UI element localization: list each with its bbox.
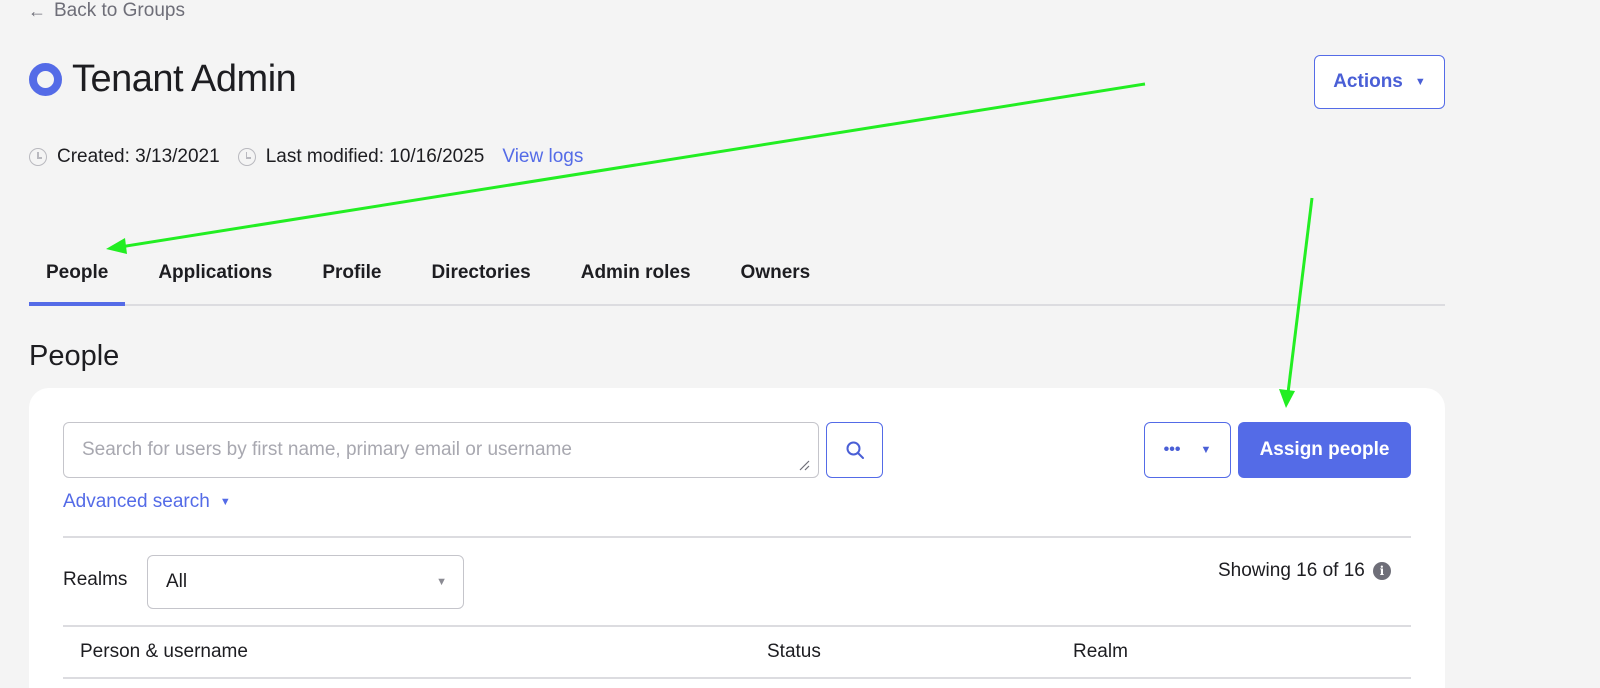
search-input[interactable]: Search for users by first name, primary … <box>63 422 819 478</box>
people-card: Search for users by first name, primary … <box>29 388 1445 688</box>
group-icon <box>29 63 62 96</box>
page-title: Tenant Admin <box>72 58 297 100</box>
more-options-button[interactable]: ••• ▼ <box>1144 422 1231 478</box>
meta-row: Created: 3/13/2021 Last modified: 10/16/… <box>29 146 583 168</box>
column-header-status[interactable]: Status <box>767 641 821 663</box>
realms-value: All <box>166 571 188 592</box>
caret-down-icon: ▼ <box>1200 444 1212 456</box>
clock-icon <box>237 148 256 166</box>
info-icon[interactable]: i <box>1372 562 1391 580</box>
title-row: Tenant Admin <box>29 58 297 101</box>
search-button[interactable] <box>826 422 883 478</box>
realms-label: Realms <box>63 569 128 590</box>
assign-people-button[interactable]: Assign people <box>1238 422 1411 478</box>
showing-text: Showing 16 of 16 <box>1218 560 1365 581</box>
tab-directories[interactable]: Directories <box>414 250 547 306</box>
back-to-groups-link[interactable]: ← Back to Groups <box>28 0 185 22</box>
divider <box>63 625 1411 627</box>
results-count: Showing 16 of 16 i <box>1218 560 1391 582</box>
divider <box>63 677 1411 679</box>
search-placeholder: Search for users by first name, primary … <box>82 439 572 460</box>
tab-profile[interactable]: Profile <box>305 250 398 306</box>
section-title: People <box>29 340 120 372</box>
arrow-left-icon: ← <box>28 0 46 21</box>
created-text: Created: 3/13/2021 <box>57 146 220 167</box>
clock-icon <box>29 148 47 166</box>
advanced-search-label: Advanced search <box>63 491 210 512</box>
tab-owners[interactable]: Owners <box>724 250 828 306</box>
caret-down-icon: ▼ <box>436 576 447 588</box>
divider <box>63 536 1411 538</box>
advanced-search-toggle[interactable]: Advanced search ▼ <box>63 491 231 513</box>
caret-down-icon: ▼ <box>1414 76 1426 88</box>
modified-text: Last modified: 10/16/2025 <box>265 146 485 167</box>
actions-button[interactable]: Actions ▼ <box>1314 55 1445 109</box>
view-logs-link[interactable]: View logs <box>502 146 583 168</box>
tab-applications[interactable]: Applications <box>141 250 289 306</box>
search-icon <box>846 441 864 459</box>
tab-admin-roles[interactable]: Admin roles <box>564 250 708 306</box>
modified-meta: Last modified: 10/16/2025 <box>237 146 485 168</box>
actions-label: Actions <box>1333 71 1403 92</box>
annotation-arrow-to-people-tab <box>106 82 1146 254</box>
column-header-realm[interactable]: Realm <box>1073 641 1128 663</box>
tab-people[interactable]: People <box>29 250 126 306</box>
caret-down-icon: ▼ <box>219 496 231 508</box>
back-link-label: Back to Groups <box>54 0 185 21</box>
realms-select[interactable]: All ▼ <box>147 555 464 609</box>
ellipsis-icon: ••• <box>1163 441 1181 458</box>
column-header-person[interactable]: Person & username <box>80 641 248 663</box>
created-meta: Created: 3/13/2021 <box>29 146 220 168</box>
resize-grip-icon[interactable] <box>798 459 810 471</box>
tab-bar: People Applications Profile Directories … <box>29 250 1445 306</box>
